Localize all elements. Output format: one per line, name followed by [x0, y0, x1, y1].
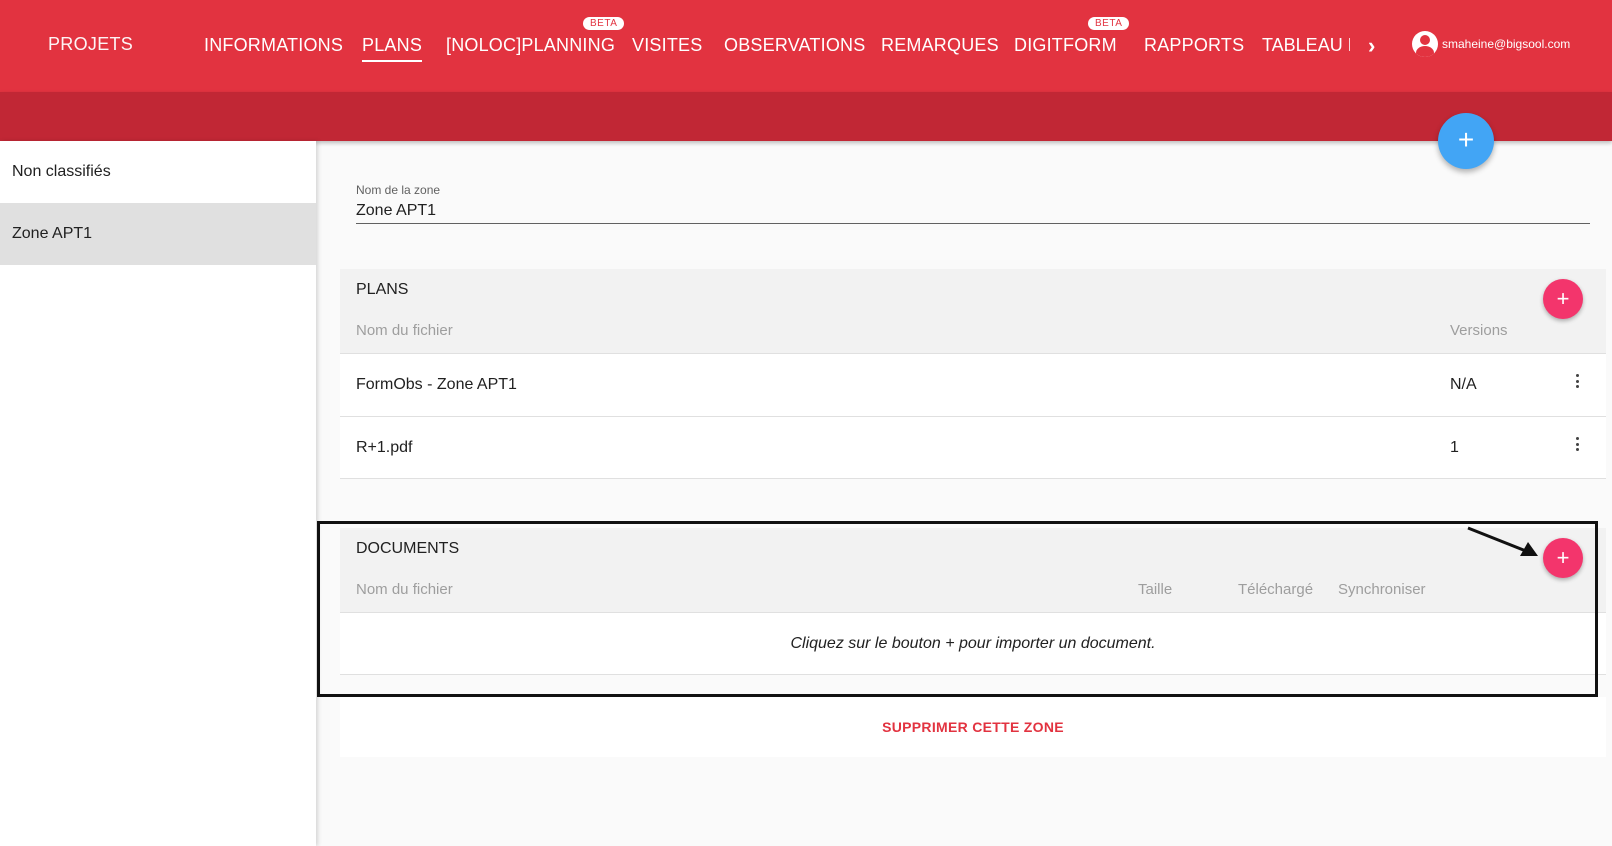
table-row[interactable]: R+1.pdf 1 [340, 416, 1606, 479]
delete-zone-button[interactable]: SUPPRIMER CETTE ZONE [882, 719, 1064, 735]
nav-tab-informations[interactable]: INFORMATIONS [204, 35, 343, 56]
beta-badge-planning: BETA [583, 17, 625, 30]
sub-header-bar [0, 92, 1612, 141]
zone-name-label: Nom de la zone [356, 183, 441, 197]
add-zone-button[interactable]: + [1438, 113, 1494, 169]
user-avatar-icon [1412, 31, 1438, 57]
plan-filename: FormObs - Zone APT1 [356, 376, 517, 393]
documents-col-downloaded: Téléchargé [1238, 581, 1314, 598]
beta-badge-digitform: BETA [1088, 17, 1130, 30]
nav-tab-plans[interactable]: PLANS [362, 35, 423, 62]
plans-title: PLANS [356, 281, 409, 298]
documents-col-sync: Synchroniser [1338, 581, 1426, 598]
annotation-arrow-icon [1467, 526, 1538, 556]
sidebar-item-non-classifies[interactable]: Non classifiés [0, 141, 316, 203]
nav-projects-link[interactable]: PROJETS [48, 34, 133, 55]
sidebar-item-zone-apt1[interactable]: Zone APT1 [0, 203, 316, 265]
plans-col-versions: Versions [1450, 322, 1508, 339]
documents-header: DOCUMENTS Nom du fichier Taille Téléchar… [340, 528, 1606, 612]
table-row[interactable]: FormObs - Zone APT1 N/A [340, 353, 1606, 416]
zone-name-input[interactable] [356, 199, 1590, 224]
user-menu[interactable]: smaheine@bigsool.com [1412, 31, 1570, 57]
delete-zone-area: SUPPRIMER CETTE ZONE [340, 697, 1606, 757]
documents-col-size: Taille [1138, 581, 1173, 598]
plans-panel: PLANS Nom du fichier Versions + FormObs … [340, 269, 1606, 479]
user-email: smaheine@bigsool.com [1442, 37, 1571, 51]
nav-tab-observations[interactable]: OBSERVATIONS [724, 35, 865, 56]
plan-versions: 1 [1450, 439, 1459, 456]
plan-filename: R+1.pdf [356, 439, 413, 456]
documents-col-filename: Nom du fichier [356, 581, 453, 598]
documents-empty-message: Cliquez sur le bouton + pour importer un… [340, 612, 1606, 675]
nav-tab-remarques[interactable]: REMARQUES [881, 35, 999, 56]
nav-tab-digitform[interactable]: DIGITFORM [1014, 35, 1117, 56]
nav-tab-visites[interactable]: VISITES [632, 35, 702, 56]
zones-sidebar: Non classifiés Zone APT1 [0, 141, 316, 846]
plans-header: PLANS Nom du fichier Versions + [340, 269, 1606, 353]
more-vert-icon[interactable] [1576, 437, 1580, 454]
add-plan-button[interactable]: + [1543, 279, 1583, 319]
more-vert-icon[interactable] [1576, 374, 1580, 391]
plan-versions: N/A [1450, 376, 1477, 393]
nav-tab-planning[interactable]: [NOLOC]PLANNING [446, 35, 615, 56]
nav-tab-tableau[interactable]: TABLEAU DE BORD [1262, 35, 1350, 56]
top-nav-bar: PROJETS INFORMATIONS PLANS [NOLOC]PLANNI… [0, 0, 1612, 92]
plans-col-filename: Nom du fichier [356, 322, 453, 339]
documents-title: DOCUMENTS [356, 540, 460, 557]
chevron-right-icon[interactable]: › [1368, 33, 1375, 59]
documents-panel: DOCUMENTS Nom du fichier Taille Téléchar… [340, 528, 1606, 675]
nav-tab-rapports[interactable]: RAPPORTS [1144, 35, 1244, 56]
